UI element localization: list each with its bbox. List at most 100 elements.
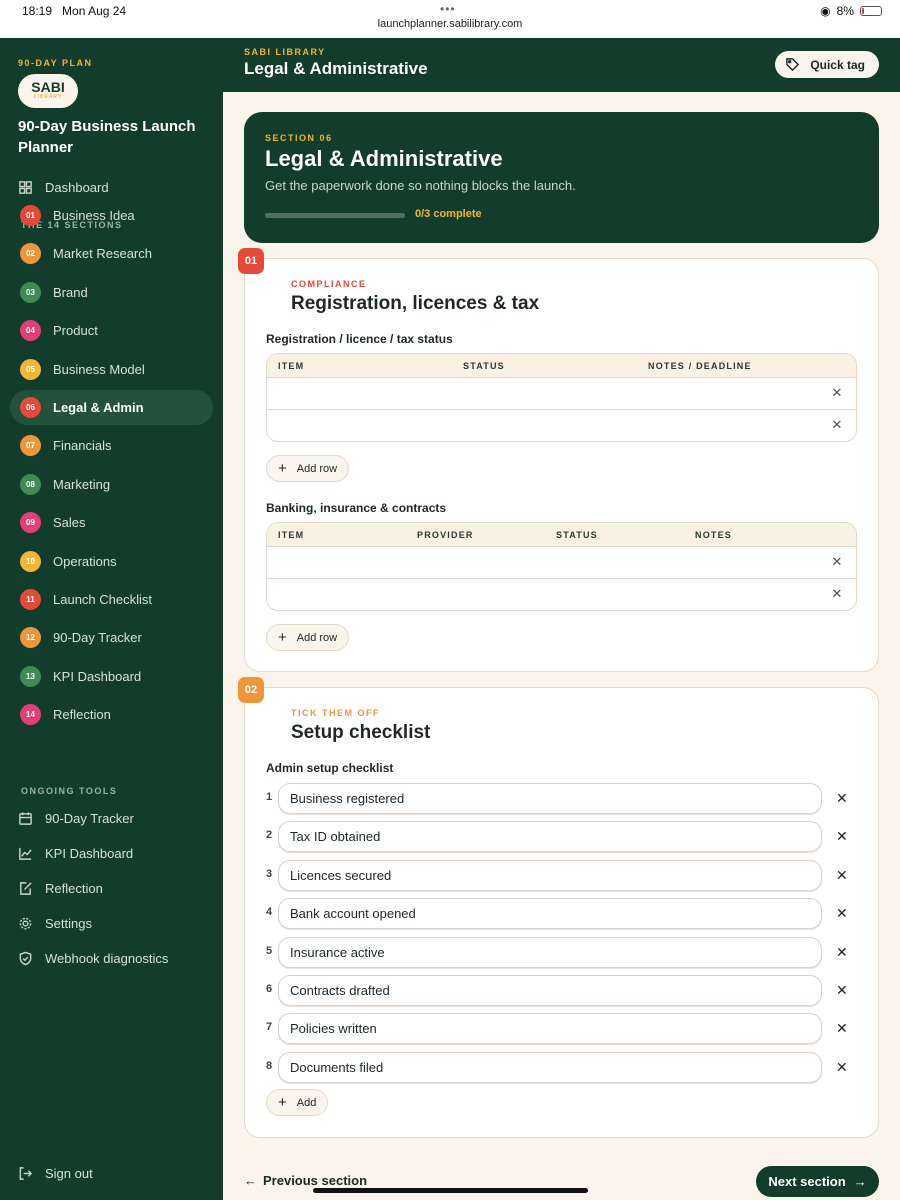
column-header: STATUS bbox=[556, 529, 598, 540]
sidebar-item-reflection[interactable]: 14 Reflection bbox=[10, 697, 213, 732]
next-section-button[interactable]: Next section → bbox=[756, 1166, 879, 1197]
sidebar-tool-kpi-dashboard[interactable]: KPI Dashboard bbox=[18, 842, 133, 864]
remove-item-icon[interactable]: ✕ bbox=[836, 1020, 848, 1037]
card-title: Registration, licences & tax bbox=[291, 293, 540, 314]
section-number-badge: 12 bbox=[20, 627, 41, 649]
delete-row-icon[interactable]: ✕ bbox=[830, 386, 844, 400]
checklist-item: 3✕ bbox=[266, 859, 857, 891]
sidebar-item-launch-checklist[interactable]: 11 Launch Checklist bbox=[10, 582, 213, 617]
checklist-item-input[interactable] bbox=[278, 1051, 822, 1083]
sidebar-item-90-day-tracker[interactable]: 12 90-Day Tracker bbox=[10, 620, 213, 655]
add-row-button[interactable]: + Add row bbox=[266, 624, 350, 651]
card-kicker: COMPLIANCE bbox=[291, 279, 367, 289]
item-number: 1 bbox=[266, 791, 273, 803]
table-row[interactable]: ✕ bbox=[267, 547, 856, 579]
sidebar-item-product[interactable]: 04 Product bbox=[10, 313, 213, 348]
checklist-item: 2✕ bbox=[266, 821, 857, 853]
sidebar-item-marketing[interactable]: 08 Marketing bbox=[10, 467, 213, 502]
quick-tag-button[interactable]: Quick tag bbox=[775, 51, 879, 78]
progress-text: 0/3 complete bbox=[415, 208, 482, 220]
delete-row-icon[interactable]: ✕ bbox=[830, 587, 844, 601]
sidebar-item-label: Launch Checklist bbox=[53, 592, 152, 607]
section-number-badge: 07 bbox=[20, 435, 41, 457]
table-row[interactable]: ✕ bbox=[267, 579, 856, 610]
sidebar-item-legal-admin[interactable]: 06 Legal & Admin bbox=[10, 390, 213, 425]
column-header: NOTES / DEADLINE bbox=[648, 360, 752, 371]
tools-heading: ONGOING TOOLS bbox=[21, 786, 118, 796]
status-right: ◉ 8% bbox=[820, 4, 882, 18]
checklist-item-input[interactable] bbox=[278, 821, 822, 853]
checklist-title: Admin setup checklist bbox=[266, 761, 394, 775]
delete-row-icon[interactable]: ✕ bbox=[830, 418, 844, 432]
checklist-item-input[interactable] bbox=[278, 975, 822, 1006]
sidebar-tool-90-day-tracker[interactable]: 90-Day Tracker bbox=[18, 807, 134, 829]
remove-item-icon[interactable]: ✕ bbox=[836, 1059, 848, 1076]
remove-item-icon[interactable]: ✕ bbox=[836, 790, 848, 807]
edit-icon bbox=[20, 881, 32, 895]
logo[interactable]: SABI LIBRARY bbox=[18, 74, 78, 108]
sidebar-item-market-research[interactable]: 02 Market Research bbox=[10, 236, 213, 271]
delete-row-icon[interactable]: ✕ bbox=[830, 555, 844, 569]
card-kicker: TICK THEM OFF bbox=[291, 708, 380, 718]
item-number: 4 bbox=[266, 906, 273, 919]
card-number-badge: 02 bbox=[238, 677, 264, 703]
gear-icon bbox=[19, 917, 32, 929]
checklist-item-input[interactable] bbox=[278, 898, 822, 930]
sidebar-item-sales[interactable]: 09 Sales bbox=[10, 505, 213, 540]
sidebar-item-label: Legal & Admin bbox=[53, 400, 144, 415]
card-title: Setup checklist bbox=[291, 722, 431, 743]
section-number-badge: 01 bbox=[20, 205, 41, 226]
sidebar-item-business-idea[interactable]: 01 Business Idea bbox=[10, 198, 213, 233]
sidebar-tool-reflection[interactable]: Reflection bbox=[18, 877, 103, 899]
plan-label: 90-DAY PLAN bbox=[18, 58, 93, 68]
table-row[interactable]: ✕ bbox=[267, 410, 856, 441]
sidebar-item-operations[interactable]: 10 Operations bbox=[10, 544, 213, 579]
sign-out-button[interactable]: Sign out bbox=[18, 1162, 93, 1184]
sidebar-item-brand[interactable]: 03 Brand bbox=[10, 275, 213, 310]
hero-title: Legal & Administrative bbox=[265, 146, 503, 171]
previous-section-link[interactable]: ← Previous section bbox=[244, 1173, 367, 1188]
add-item-button[interactable]: + Add bbox=[266, 1089, 329, 1116]
url-bar[interactable]: launchplanner.sabilibrary.com bbox=[0, 18, 900, 30]
checklist-item-input[interactable] bbox=[278, 859, 822, 891]
header-label: SABI LIBRARY bbox=[244, 47, 326, 57]
sidebar-tool-settings[interactable]: Settings bbox=[18, 912, 92, 934]
home-indicator bbox=[313, 1188, 588, 1193]
add-row-button[interactable]: + Add row bbox=[266, 455, 350, 482]
table-header: ITEM PROVIDER STATUS NOTES bbox=[267, 523, 856, 547]
table-title: Banking, insurance & contracts bbox=[266, 501, 447, 515]
sidebar-item-kpi-dashboard[interactable]: 13 KPI Dashboard bbox=[10, 659, 213, 694]
remove-item-icon[interactable]: ✕ bbox=[836, 905, 848, 922]
sidebar-item-label: KPI Dashboard bbox=[53, 668, 142, 684]
sidebar-item-financials[interactable]: 07 Financials bbox=[10, 428, 213, 463]
more-icon[interactable]: ••• bbox=[440, 2, 456, 16]
sidebar-item-label: Business Model bbox=[53, 361, 145, 377]
status-bar: 18:19 Mon Aug 24 ••• launchplanner.sabil… bbox=[0, 0, 900, 38]
remove-item-icon[interactable]: ✕ bbox=[836, 828, 848, 845]
section-number-badge: 08 bbox=[20, 473, 41, 495]
sidebar-dashboard[interactable]: Dashboard bbox=[18, 176, 109, 198]
column-header: NOTES bbox=[695, 529, 733, 540]
sidebar-item-label: Brand bbox=[53, 284, 88, 300]
plus-icon: + bbox=[278, 629, 287, 646]
item-number: 8 bbox=[266, 1059, 273, 1072]
section-number-badge: 06 bbox=[20, 397, 41, 418]
status-time: 18:19 Mon Aug 24 bbox=[22, 4, 127, 18]
remove-item-icon[interactable]: ✕ bbox=[836, 944, 848, 961]
sidebar-tool-webhook-diagnostics[interactable]: Webhook diagnostics bbox=[18, 947, 168, 969]
item-number: 3 bbox=[266, 867, 273, 880]
section-number-badge: 09 bbox=[20, 512, 41, 534]
table-row[interactable]: ✕ bbox=[267, 378, 856, 410]
plus-icon: + bbox=[278, 1094, 287, 1111]
sign-out-icon bbox=[19, 1166, 33, 1180]
hero-section-label: SECTION 06 bbox=[265, 133, 333, 143]
checklist-item-input[interactable] bbox=[278, 1013, 822, 1045]
remove-item-icon[interactable]: ✕ bbox=[836, 982, 848, 999]
remove-item-icon[interactable]: ✕ bbox=[836, 867, 848, 884]
sidebar-item-label: 90-Day Tracker bbox=[53, 630, 142, 646]
sidebar-item-business-model[interactable]: 05 Business Model bbox=[10, 352, 213, 387]
checklist-item-input[interactable] bbox=[278, 936, 822, 968]
sidebar-item-label: Reflection bbox=[53, 707, 111, 723]
checklist-item-input[interactable] bbox=[278, 783, 822, 814]
column-header: ITEM bbox=[278, 360, 305, 371]
